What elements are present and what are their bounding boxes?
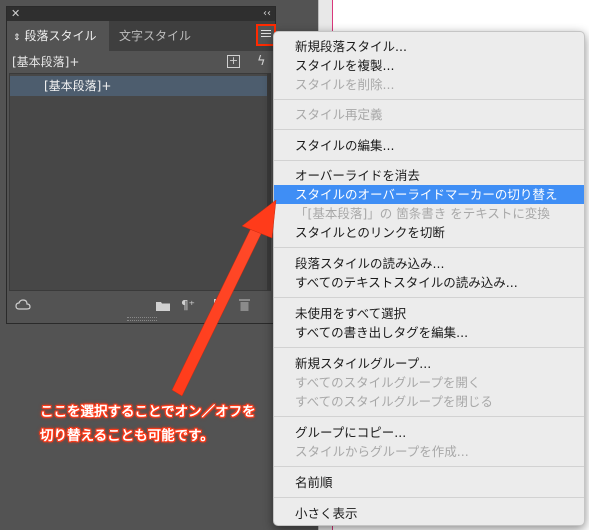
menu-item-break-link-to-style[interactable]: スタイルとのリンクを切断 bbox=[274, 223, 584, 242]
menu-item-open-all-groups: すべてのスタイルグループを開く bbox=[295, 375, 481, 390]
panel-titlebar: ✕ ‹‹ bbox=[7, 7, 275, 21]
menu-separator bbox=[274, 416, 584, 417]
new-style-icon[interactable] bbox=[214, 299, 226, 311]
annotation-line-1: ここを選択することでオン／オフを bbox=[40, 404, 256, 420]
menu-item-duplicate-style[interactable]: スタイルを複製... bbox=[274, 56, 584, 75]
style-list: [基本段落]+ bbox=[9, 73, 271, 291]
menu-separator bbox=[274, 129, 584, 130]
menu-item-close-all-groups: すべてのスタイルグループを閉じる bbox=[295, 394, 493, 409]
panel-menu-icon bbox=[261, 30, 271, 39]
menu-item-delete-style: スタイルを削除... bbox=[295, 77, 395, 92]
menu-item-redefine-style: スタイル再定義 bbox=[295, 107, 383, 122]
menu-separator bbox=[274, 466, 584, 467]
tab-label: 文字スタイル bbox=[119, 29, 192, 43]
collapse-icon[interactable]: ‹‹ bbox=[263, 7, 271, 21]
menu-separator bbox=[274, 347, 584, 348]
menu-item-edit-all-export-tags[interactable]: すべての書き出しタグを編集... bbox=[274, 323, 584, 342]
menu-separator bbox=[274, 497, 584, 498]
menu-item-convert-bullets-to-text: 「[基本段落]」の 箇条書き をテキストに変換 bbox=[295, 206, 550, 221]
menu-item-small-panel-rows[interactable]: 小さく表示 bbox=[274, 504, 584, 523]
menu-separator bbox=[274, 247, 584, 248]
menu-separator bbox=[274, 99, 584, 100]
new-style-from-selection-icon[interactable]: + bbox=[227, 55, 240, 68]
menu-item-sort-by-name[interactable]: 名前順 bbox=[274, 473, 584, 492]
list-item[interactable]: [基本段落]+ bbox=[10, 76, 270, 96]
paragraph-override-icon[interactable]: ¶⁺ bbox=[181, 298, 195, 312]
menu-item-toggle-override-highlighter[interactable]: スタイルのオーバーライドマーカーの切り替え bbox=[274, 185, 584, 204]
menu-item-clear-overrides[interactable]: オーバーライドを消去 bbox=[274, 166, 584, 185]
panel-flyout-menu: 新規段落スタイル... スタイルを複製... スタイルを削除... スタイル再定… bbox=[273, 31, 585, 526]
tab-character-styles[interactable]: 文字スタイル bbox=[109, 21, 209, 51]
menu-item-copy-to-group[interactable]: グループにコピー... bbox=[274, 423, 584, 442]
close-icon[interactable]: ✕ bbox=[11, 7, 20, 21]
paragraph-styles-panel: ✕ ‹‹ ⇕ 段落スタイル 文字スタイル [基本段落]+ + ϟ [基本段落]+ … bbox=[6, 6, 276, 324]
folder-icon[interactable] bbox=[156, 300, 170, 311]
sort-arrows-icon: ⇕ bbox=[13, 33, 21, 43]
panel-tabs: ⇕ 段落スタイル 文字スタイル bbox=[7, 21, 275, 51]
scrollbar[interactable] bbox=[267, 74, 270, 290]
trash-icon[interactable] bbox=[239, 298, 250, 311]
menu-separator bbox=[274, 160, 584, 161]
annotation-callout-text: ここを選択することでオン／オフを 切り替えることも可能です。 bbox=[40, 400, 256, 448]
menu-item-load-all-text-styles[interactable]: すべてのテキストスタイルの読み込み... bbox=[274, 273, 584, 292]
menu-item-load-paragraph-styles[interactable]: 段落スタイルの読み込み... bbox=[274, 254, 584, 273]
tab-paragraph-styles[interactable]: ⇕ 段落スタイル bbox=[7, 21, 109, 51]
annotation-line-2: 切り替えることも可能です。 bbox=[40, 428, 214, 444]
menu-item-select-all-unused[interactable]: 未使用をすべて選択 bbox=[274, 304, 584, 323]
resize-grip[interactable] bbox=[127, 317, 157, 321]
panel-footer: ¶⁺ bbox=[7, 293, 275, 319]
cloud-library-icon[interactable] bbox=[15, 299, 31, 311]
current-style-row: [基本段落]+ + ϟ bbox=[7, 51, 275, 73]
menu-item-new-style-group[interactable]: 新規スタイルグループ... bbox=[274, 354, 584, 373]
current-style-label: [基本段落]+ bbox=[12, 55, 80, 69]
menu-separator bbox=[274, 297, 584, 298]
menu-item-style-options[interactable]: スタイルの編集... bbox=[274, 136, 584, 155]
menu-item-new-paragraph-style[interactable]: 新規段落スタイル... bbox=[274, 37, 584, 56]
menu-item-new-group-from-styles: スタイルからグループを作成... bbox=[295, 444, 469, 459]
quick-apply-icon[interactable]: ϟ bbox=[257, 51, 266, 73]
tab-label: 段落スタイル bbox=[24, 29, 97, 43]
